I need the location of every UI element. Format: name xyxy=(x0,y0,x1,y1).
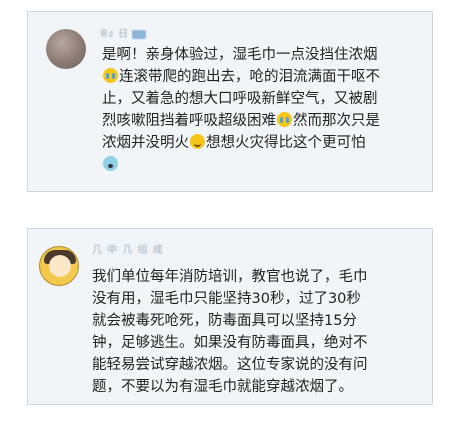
comment-text: 是啊！亲身体验过，湿毛巾一点没挡住浓烟 连滚带爬的跑出去，呛的泪流满面干呕不 止… xyxy=(102,44,420,176)
comment-line: 钟，足够逃生。如果没有防毒面具，绝对不 xyxy=(92,335,368,351)
avatar-face xyxy=(49,255,71,277)
comment-line: 烈咳嗽阻挡着呼吸超级困难 然而那次只是 xyxy=(102,112,380,129)
comment-line: 没有用，湿毛巾只能坚持30秒，过了30秒 xyxy=(92,291,361,307)
smile-emoji-icon xyxy=(190,134,205,149)
crying-emoji-icon xyxy=(103,68,118,83)
comment-card: ฟัง 日 是啊！亲身体验过，湿毛巾一点没挡住浓烟 连滚带爬的跑出去，呛的泪流满… xyxy=(27,11,433,192)
comment-line: 就会被毒死呛死，防毒面具可以坚持15分 xyxy=(92,313,357,329)
comment-text: 我们单位每年消防培训，教官也说了，毛巾 没有用，湿毛巾只能坚持30秒，过了30秒… xyxy=(92,266,410,398)
comment-card: 几 中 几 组 成 我们单位每年消防培训，教官也说了，毛巾 没有用，湿毛巾只能坚… xyxy=(27,228,433,405)
comment-line: 连滚带爬的跑出去，呛的泪流满面干呕不 xyxy=(102,66,420,88)
comment-line: 浓烟并没明火 想想火灾得比这个更可怕 xyxy=(102,134,366,151)
username[interactable]: 几 中 几 组 成 xyxy=(92,241,164,256)
avatar[interactable] xyxy=(39,246,79,286)
comment-line: 是啊！亲身体验过，湿毛巾一点没挡住浓烟 xyxy=(102,47,378,63)
avatar[interactable] xyxy=(46,29,86,69)
vip-badge-icon xyxy=(132,29,147,39)
fear-emoji-icon xyxy=(103,156,118,171)
comment-line: 止，又着急的想大口呼吸新鲜空气，又被剧 xyxy=(102,91,378,107)
comment-line: 能轻易尝试穿越浓烟。这位专家说的没有问 xyxy=(92,357,368,373)
crying-emoji-icon xyxy=(277,112,292,127)
comment-line: 题，不要以为有湿毛巾就能穿越浓烟了。 xyxy=(92,379,353,395)
username[interactable]: ฟัง 日 xyxy=(100,25,147,42)
comment-line xyxy=(102,154,420,176)
comment-line: 我们单位每年消防培训，教官也说了，毛巾 xyxy=(92,269,368,285)
